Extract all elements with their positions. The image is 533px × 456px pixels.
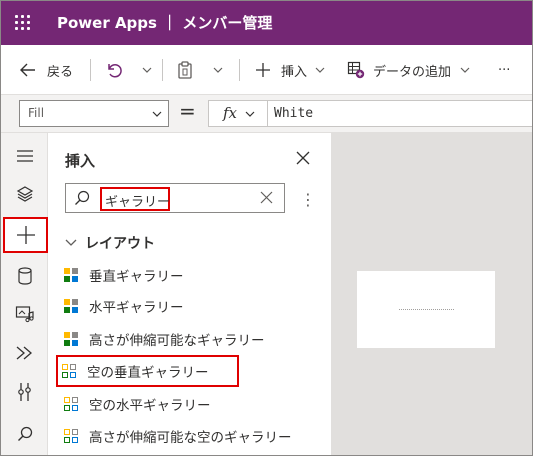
command-bar: 戻る 挿入 データの追加 ··· [1,45,532,95]
canvas-area [332,133,532,455]
power-automate-button[interactable] [8,338,42,368]
close-pane-button[interactable] [296,151,310,169]
list-item-label: 空の垂直ギャラリー [87,365,209,381]
left-rail [1,133,48,455]
advanced-tools-button[interactable] [8,377,42,407]
database-icon [18,267,32,285]
list-item-label: 高さが伸縮可能なギャラリー [89,333,265,349]
gallery-icon [64,299,78,313]
insert-rail-button[interactable] [3,217,48,253]
clipboard-icon [178,61,192,79]
formula-input[interactable]: White [267,100,532,127]
insert-button[interactable]: 挿入 [255,57,325,83]
search-input[interactable]: ギャラリー [100,187,170,211]
layers-icon [16,186,34,202]
list-item-label: 垂直ギャラリー [89,269,184,285]
list-item-label: 高さが伸縮可能な空のギャラリー [89,430,292,446]
divider [90,59,91,81]
list-item-blank-flexible-height-gallery[interactable]: 高さが伸縮可能な空のギャラリー [58,422,292,450]
undo-dropdown-button[interactable] [142,57,152,83]
media-icon [15,306,34,323]
pane-more-button[interactable]: ⋮ [300,190,316,209]
search-box[interactable]: ギャラリー [65,183,285,213]
chevron-down-icon [460,67,470,73]
screen-preview[interactable] [357,271,495,348]
chevron-down-icon [213,67,223,73]
list-item-label: 空の水平ギャラリー [89,398,211,414]
chevron-down-icon [152,111,162,117]
divider [239,59,240,81]
search-rail-button[interactable] [8,419,42,449]
gallery-icon [64,332,78,346]
app-title: Power Apps ｜ メンバー管理 [57,14,273,32]
plus-icon [16,226,35,244]
tree-view-button[interactable] [8,179,42,209]
undo-button[interactable] [105,57,123,83]
list-item-flexible-height-gallery[interactable]: 高さが伸縮可能なギャラリー [58,325,265,353]
gallery-icon [64,429,78,443]
layout-group-header[interactable]: レイアウト [65,233,155,253]
menu-button[interactable] [8,141,42,171]
app-launcher-icon[interactable] [15,15,31,31]
tools-icon [18,383,31,401]
insert-pane: 挿入 ギャラリー ⋮ レイアウト 垂直ギャラリー 水平ギャラリー 高さが伸縮可能… [48,133,332,455]
gallery-icon [64,268,78,282]
gallery-icon [62,364,76,378]
chevron-down-icon [142,67,152,73]
back-label: 戻る [47,64,74,80]
power-automate-icon [16,346,32,360]
search-icon [75,190,90,205]
arrow-left-icon [20,63,35,77]
group-label: レイアウト [85,236,155,252]
app-window: Power Apps ｜ メンバー管理 戻る 挿入 データの追加 ··· Fil… [0,0,533,456]
more-label: ··· [498,62,511,78]
plus-icon [256,63,270,77]
chevron-down-icon [245,111,255,117]
list-item-blank-horizontal-gallery[interactable]: 空の水平ギャラリー [58,390,211,418]
paste-button[interactable] [177,57,193,83]
list-item-label: 水平ギャラリー [89,300,184,316]
undo-icon [108,64,122,78]
fx-button[interactable]: fx [208,100,268,127]
add-data-button[interactable]: データの追加 [347,57,470,83]
formula-bar: Fill = fx White [1,95,532,133]
insert-label: 挿入 [281,64,308,80]
clear-search-icon[interactable] [260,191,273,204]
more-commands-button[interactable]: ··· [498,57,510,83]
paste-dropdown-button[interactable] [213,57,223,83]
title-bar: Power Apps ｜ メンバー管理 [1,1,532,45]
hamburger-icon [17,150,33,162]
close-icon [296,151,310,165]
list-item-horizontal-gallery[interactable]: 水平ギャラリー [58,292,184,320]
back-button[interactable]: 戻る [19,57,73,83]
chevron-down-icon [65,239,77,246]
list-item-blank-vertical-gallery[interactable]: 空の垂直ギャラリー [56,355,239,387]
property-select[interactable]: Fill [19,100,169,127]
chevron-down-icon [315,67,325,73]
property-value: Fill [28,106,45,120]
list-item-vertical-gallery[interactable]: 垂直ギャラリー [58,261,184,289]
equals-sign: = [179,99,196,123]
add-data-label: データの追加 [373,64,452,80]
screen-preview-content [399,309,454,310]
gallery-icon [64,397,78,411]
database-add-icon [347,61,365,79]
divider [162,59,163,81]
search-icon [18,426,33,441]
media-button[interactable] [8,299,42,329]
fx-icon: fx [223,104,238,122]
pane-title: 挿入 [65,152,96,170]
data-button[interactable] [8,261,42,291]
